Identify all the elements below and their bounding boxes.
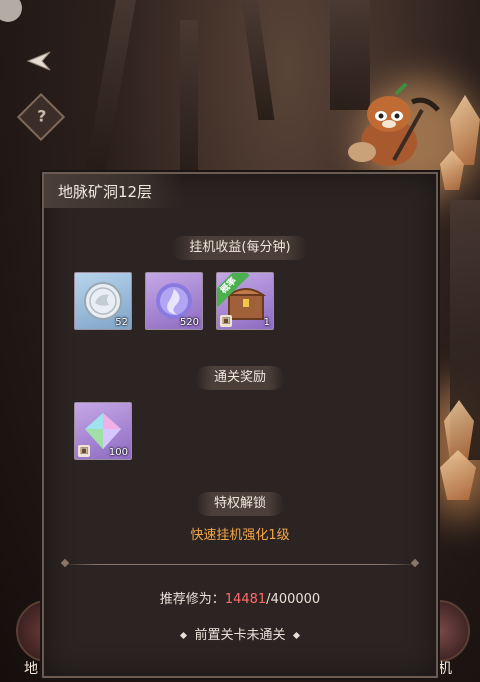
prerequisite-status: 前置关卡未通关 [44, 624, 436, 643]
lock-badge-icon: ▣ [220, 315, 232, 327]
red-panda-mascot-icon [348, 82, 440, 166]
mine-beam [180, 20, 198, 180]
recommend-label: 推荐修为： [159, 592, 225, 607]
question-icon: ? [37, 106, 47, 126]
item-slot-crystal-gem[interactable]: ▣ 100 [74, 402, 132, 460]
item-slot-silver-coin[interactable]: 52 [74, 272, 132, 330]
diamond-icon [180, 631, 188, 640]
divider [62, 564, 418, 565]
stage-info-dialog: 地脉矿洞12层 挂机收益(每分钟) 52 520 概率 ▣ 1 通关奖励 ▣ 1… [42, 172, 438, 678]
bottom-left-label: 地 [24, 661, 38, 677]
lock-badge-icon: ▣ [78, 445, 90, 457]
divider-dot-icon [60, 558, 70, 568]
dialog-title: 地脉矿洞12层 [58, 183, 153, 201]
diamond-icon [292, 631, 300, 640]
dialog-title-bar: 地脉矿洞12层 [44, 174, 184, 208]
item-slot-spirit-orb[interactable]: 520 [145, 272, 203, 330]
item-count: 1 [263, 317, 270, 328]
prerequisite-text: 前置关卡未通关 [194, 628, 286, 643]
required-power: 400000 [270, 592, 321, 607]
mine-beam [241, 0, 275, 120]
item-count: 520 [179, 317, 199, 328]
clear-rewards-banner: 通关奖励 [195, 366, 285, 390]
item-count: 100 [108, 447, 128, 458]
item-slot-treasure-chest[interactable]: 概率 ▣ 1 [216, 272, 274, 330]
mine-beam [84, 0, 136, 180]
idle-rewards-banner: 挂机收益(每分钟) [171, 236, 309, 260]
privilege-banner: 特权解锁 [195, 492, 285, 516]
item-count: 52 [115, 317, 128, 328]
privilege-text: 快速挂机强化1级 [190, 528, 290, 543]
recommended-power: 推荐修为：14481/400000 [44, 588, 436, 607]
divider-dot-icon [410, 558, 420, 568]
bottom-right-label: 机 [438, 661, 452, 677]
back-button[interactable] [20, 48, 54, 74]
current-power: 14481 [224, 592, 267, 607]
back-arrow-icon [26, 51, 51, 71]
